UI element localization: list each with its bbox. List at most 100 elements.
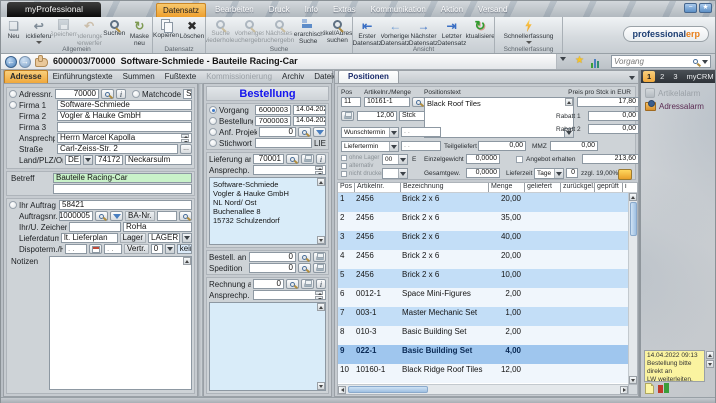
forward-button[interactable]: → (19, 56, 31, 68)
column-header[interactable]: geprüft (594, 183, 622, 192)
ribbon-tab[interactable]: Extras (327, 3, 362, 17)
bestellung-field[interactable]: 7000003 (255, 116, 291, 126)
ribbon-button[interactable]: Suchen (102, 17, 127, 45)
firma1-field[interactable]: Software-Schmiede (57, 100, 192, 110)
position-option[interactable]: nicht drucken (341, 170, 385, 178)
sidebar-tab[interactable]: 2 (656, 71, 668, 82)
notizen-field[interactable] (49, 256, 192, 390)
vorgang-radio[interactable] (209, 106, 217, 114)
ribbon-tab[interactable]: Bearbeiten (209, 3, 260, 17)
address-tab[interactable]: Summen (118, 71, 160, 83)
vertr-dropdown-icon[interactable] (165, 244, 175, 254)
spinner-down-icon[interactable] (315, 171, 323, 175)
plz-field[interactable]: 74172 (95, 155, 123, 165)
scroll-down-icon[interactable] (706, 360, 714, 368)
einzelgewicht-field[interactable]: 0,0000 (466, 154, 500, 164)
rechnung-info-button[interactable]: i (316, 279, 326, 289)
address-tab[interactable]: Fußtexte (160, 71, 202, 83)
rechnung-search-button[interactable] (286, 279, 299, 289)
positionstext-field[interactable]: Black Roof Tiles (424, 97, 574, 138)
adressnr-radio[interactable] (9, 90, 17, 98)
mmz-field[interactable]: 0,00 (550, 141, 598, 151)
betreff-field-2[interactable] (53, 184, 192, 194)
adressnr-search-button[interactable] (101, 89, 114, 99)
tab-positionen[interactable]: Positionen (338, 70, 399, 83)
favorites-button[interactable]: ★ (699, 3, 712, 13)
column-header[interactable]: Pos (338, 183, 354, 192)
calendar-button[interactable] (89, 244, 102, 254)
position-row[interactable]: 10 10160-1 Black Ridge Roof Tiles 12,00 (338, 364, 628, 383)
address-tab[interactable]: Einführungstexte (48, 71, 118, 83)
stichwort-field[interactable] (255, 138, 312, 148)
auftragsnr-field[interactable]: 1000005 (59, 211, 93, 221)
rechnung-an-field[interactable]: 0 (253, 279, 284, 289)
position-row[interactable]: 1 2456 Brick 2 x 6 20,00 (338, 193, 628, 212)
ribbon-button[interactable]: Änderungen verwerfen (77, 17, 102, 45)
lieferung-search-button[interactable] (286, 154, 299, 164)
ribbon-button[interactable]: hierarchische Suche (294, 17, 323, 45)
scroll-down-icon[interactable] (317, 382, 325, 390)
delivery-address-box[interactable]: Software-Schmiede Vogler & Hauke GmbH NL… (209, 177, 326, 245)
ribbon-tab[interactable]: Datensatz (156, 3, 206, 17)
address-tab[interactable]: Kommissionierung (201, 71, 277, 83)
chevron-down-icon[interactable] (629, 76, 635, 80)
land-field[interactable]: DE (65, 155, 81, 165)
firma1-radio[interactable] (9, 101, 17, 109)
horizontal-scrollbar[interactable] (338, 384, 628, 394)
zeichen-field[interactable] (69, 222, 121, 232)
spedition-search-button[interactable] (298, 263, 311, 273)
rabatt2-field[interactable]: 0,00 (588, 124, 639, 134)
rechnung-print-button[interactable] (301, 279, 314, 289)
einheit-field[interactable]: Stck (399, 111, 425, 121)
spedition-field[interactable]: 0 (249, 263, 296, 273)
scroll-down-icon[interactable] (629, 376, 637, 384)
scroll-down-icon[interactable] (317, 236, 325, 244)
position-row[interactable]: 5 2456 Brick 2 x 6 10,00 (338, 269, 628, 288)
spinner-up-icon[interactable] (315, 166, 323, 170)
ihr-auftrag-radio[interactable] (9, 201, 17, 209)
preis-field[interactable]: 17,80 (577, 97, 639, 107)
land-dropdown-icon[interactable] (83, 155, 93, 165)
adressnr-info-button[interactable]: i (116, 89, 126, 99)
ribbon-button[interactable]: Erster Datensatz (353, 17, 381, 45)
ribbon-tab[interactable]: Aktion (435, 3, 469, 17)
rabatt1-field[interactable]: 0,00 (588, 111, 639, 121)
lieferant-combo[interactable]: 00 (382, 154, 408, 165)
ribbon-button[interactable]: Vorheriger Datensatz (381, 17, 409, 45)
statistics-icon[interactable] (591, 58, 599, 68)
ihr-auftrag-field[interactable]: 58421 (59, 200, 192, 210)
position-row[interactable]: 8 010-3 Basic Building Set 2,00 (338, 326, 628, 345)
scrollbar-thumb[interactable] (630, 202, 637, 236)
address-tab[interactable]: Adresse (4, 70, 48, 83)
sidebar-tab[interactable]: 1 (643, 71, 655, 82)
position-row[interactable]: 9 022-1 Basic Building Set 4,00 (338, 345, 628, 364)
ribbon-button[interactable]: Speichern (51, 17, 76, 45)
position-option[interactable]: alternativ (341, 162, 385, 170)
artikelnr-field[interactable]: 10161-1 (364, 97, 410, 107)
ansprechp-field[interactable]: Herrn Marcel Kapolla (57, 133, 192, 143)
ribbon-tab[interactable]: Info (299, 3, 324, 17)
gesamtgew-field[interactable]: 0,0000 (466, 168, 500, 178)
bestellung-radio[interactable] (209, 117, 217, 125)
column-header[interactable]: Menge (488, 183, 524, 192)
spinner-control[interactable] (181, 134, 189, 143)
scroll-up-icon[interactable] (629, 193, 637, 201)
strasse-field[interactable]: Carl-Zeiss-Str. 2 (57, 144, 178, 154)
menge-field[interactable]: 12,00 (357, 111, 397, 121)
scroll-up-icon[interactable] (706, 351, 714, 359)
ribbon-button[interactable]: Aktualisieren (466, 17, 494, 45)
checkbox-icon[interactable] (341, 171, 347, 177)
lieferdatum-field[interactable]: lt. Lieferplan (61, 233, 118, 243)
scroll-up-icon[interactable] (317, 178, 325, 186)
note-alert-icon[interactable] (658, 383, 669, 394)
breadcrumb-dropdown-icon[interactable] (560, 57, 566, 61)
ribbon-button[interactable]: Artikel/Adresse suchen (323, 17, 352, 45)
projekt-radio[interactable] (209, 128, 217, 136)
gesamtgew-combo[interactable] (382, 168, 408, 179)
angebot-erhalten-option[interactable]: Angebot erhalten (516, 156, 576, 163)
ribbon-button[interactable]: Nächster Datensatz (409, 17, 437, 45)
scroll-left-icon[interactable] (338, 386, 346, 394)
scrollbar-thumb[interactable] (348, 386, 428, 393)
banr-field[interactable] (157, 211, 177, 221)
lager-field[interactable]: LAGER (148, 233, 180, 243)
